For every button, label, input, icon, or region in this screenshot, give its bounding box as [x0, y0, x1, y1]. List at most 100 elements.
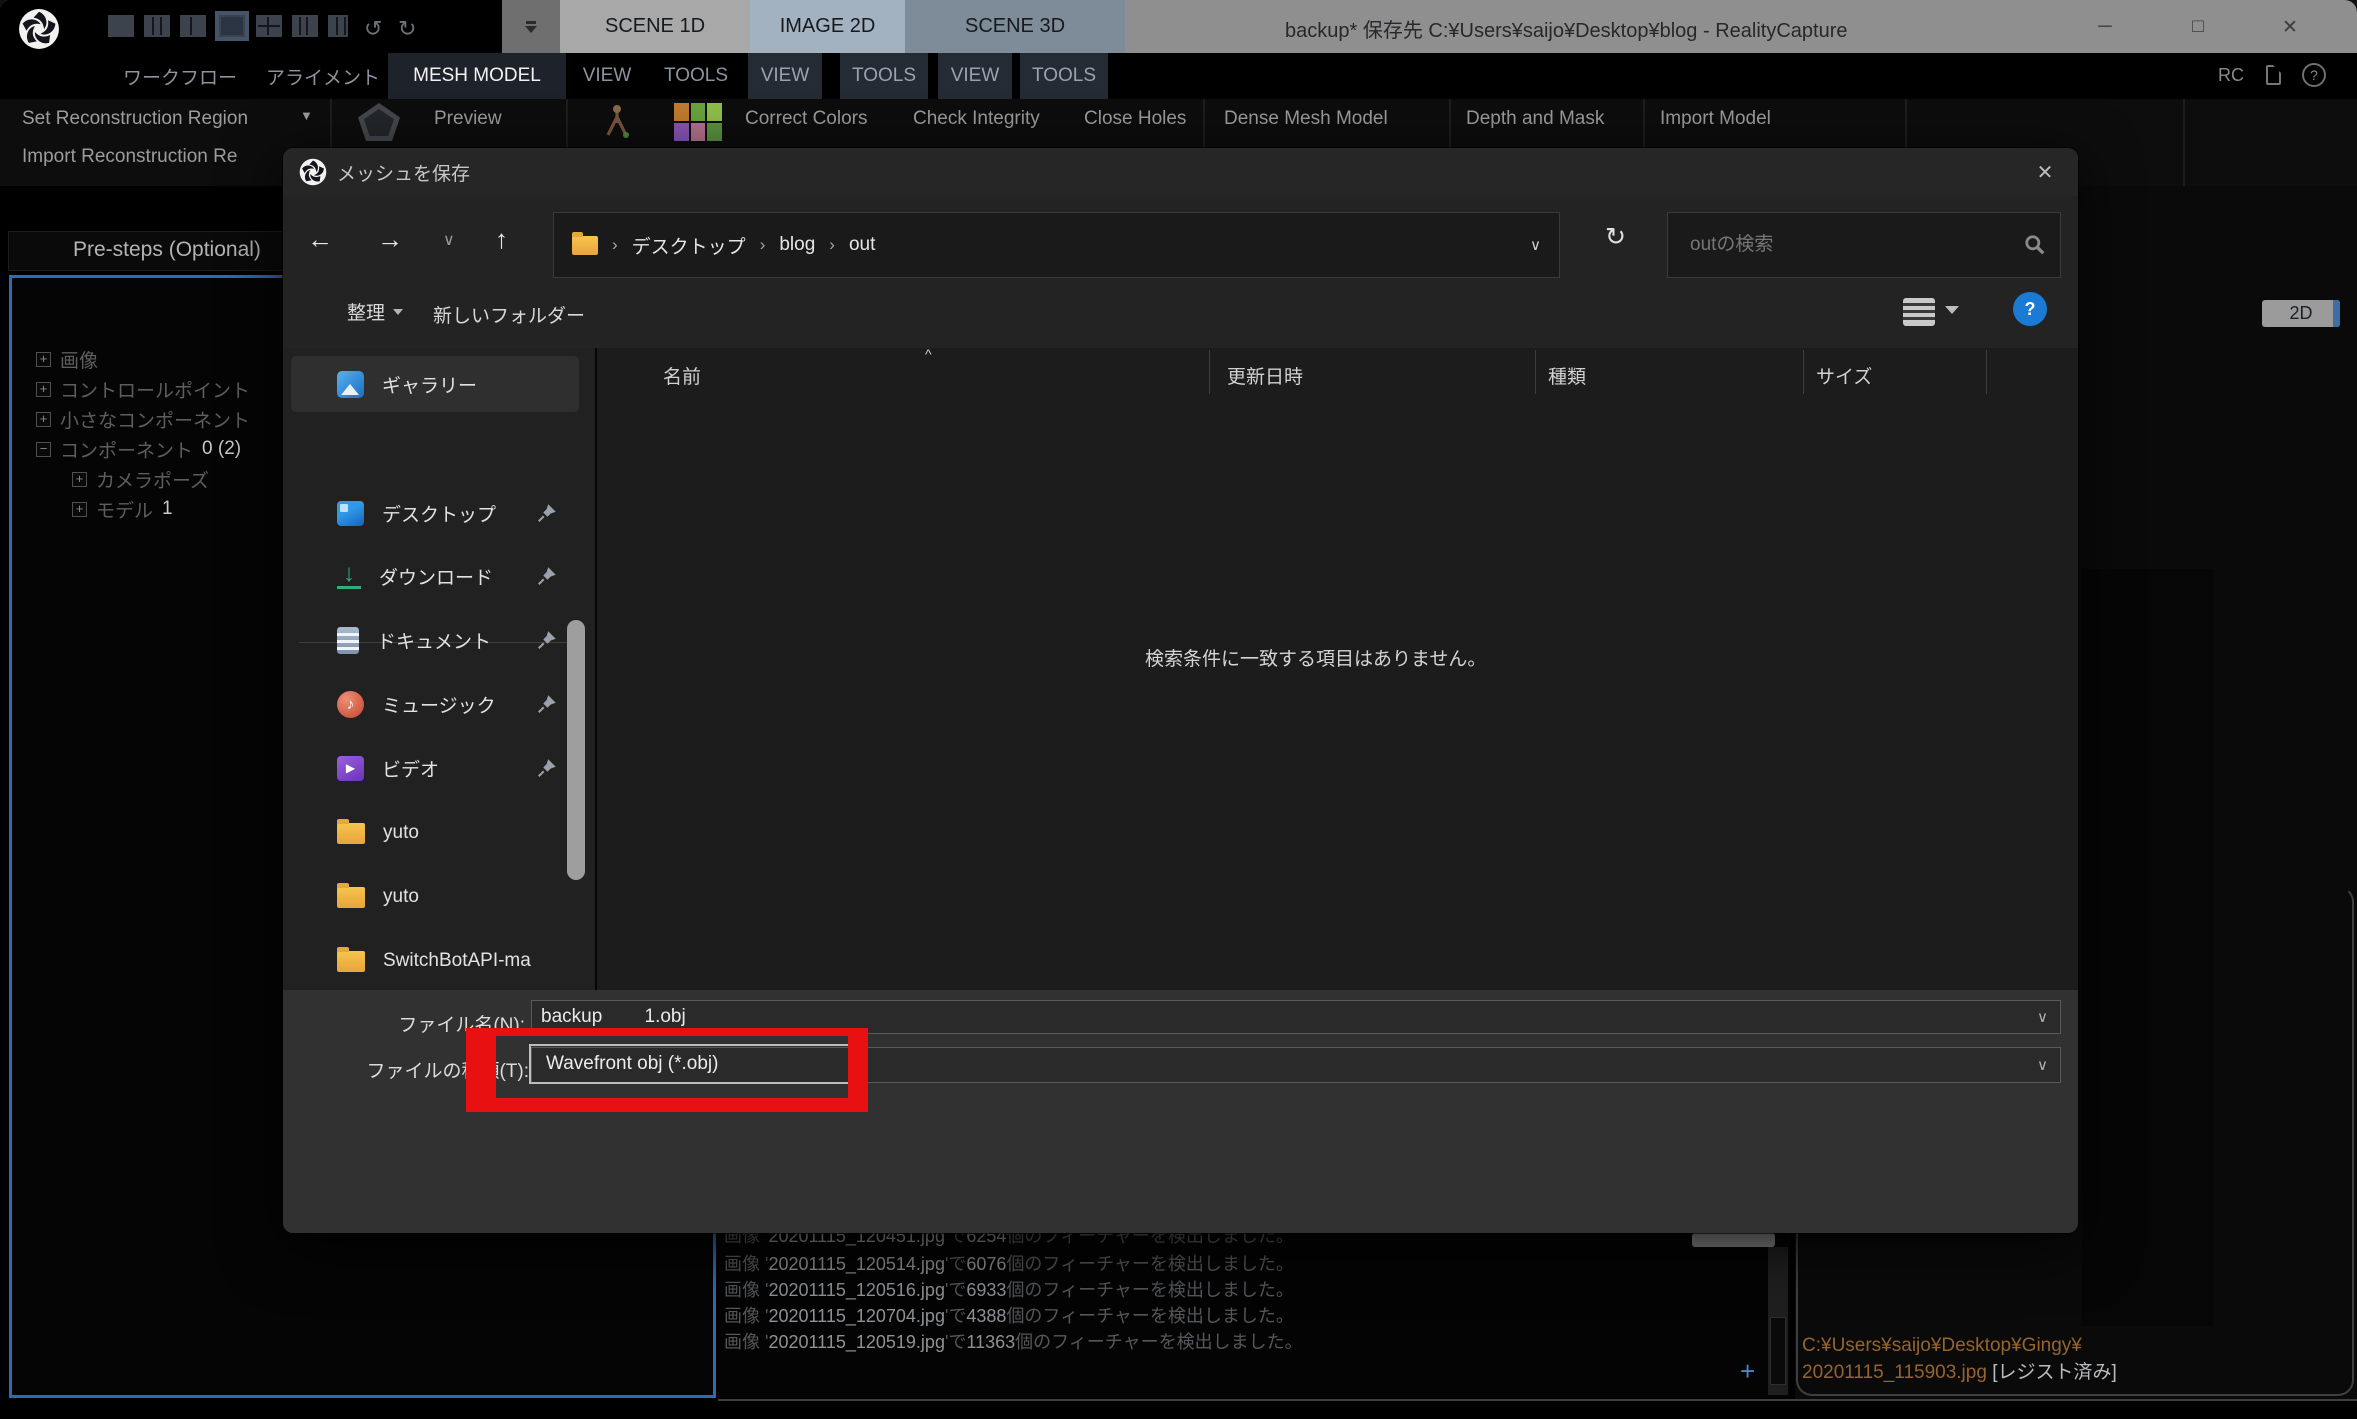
minimize-button[interactable]: ─: [2085, 10, 2125, 44]
organize-button[interactable]: 整理: [347, 298, 403, 325]
column-divider[interactable]: [1986, 350, 1987, 394]
sidebar-item-videos[interactable]: ▶ ビデオ: [291, 740, 579, 796]
check-integrity-button[interactable]: Check Integrity: [913, 108, 1040, 130]
sidebar-item-desktop[interactable]: デスクトップ: [291, 485, 579, 541]
refresh-icon[interactable]: ↻: [1605, 222, 1626, 252]
add-icon[interactable]: +: [1740, 1356, 1755, 1387]
recent-locations-chevron-icon[interactable]: ∨: [443, 230, 455, 250]
back-icon[interactable]: ←: [307, 224, 333, 255]
dense-mesh-model-button[interactable]: Dense Mesh Model: [1224, 108, 1388, 130]
maximize-button[interactable]: □: [2178, 10, 2218, 44]
pin-icon[interactable]: [537, 503, 557, 523]
console-scrollbar[interactable]: [1768, 1247, 1788, 1395]
tab-image-2d[interactable]: IMAGE 2D: [750, 0, 905, 53]
redo-icon[interactable]: ↻: [398, 16, 416, 42]
dialog-close-button[interactable]: ✕: [2023, 156, 2067, 188]
close-button[interactable]: ✕: [2270, 10, 2310, 44]
layout-icon-4-active[interactable]: [219, 15, 245, 37]
layout-icon-3[interactable]: [180, 15, 206, 37]
view-mode-2d-badge[interactable]: 2D: [2262, 300, 2340, 327]
sidebar-scrollbar-thumb[interactable]: [567, 620, 585, 880]
import-model-button[interactable]: Import Model: [1660, 108, 1771, 130]
depth-and-mask-button[interactable]: Depth and Mask: [1466, 108, 1604, 130]
expand-icon[interactable]: [36, 352, 51, 367]
menu-view-3[interactable]: VIEW: [938, 53, 1012, 99]
chevron-down-icon[interactable]: ∨: [2037, 1008, 2048, 1026]
menu-view-1[interactable]: VIEW: [572, 53, 642, 99]
breadcrumb-out[interactable]: out: [849, 234, 875, 256]
camera-tripod-icon[interactable]: [600, 103, 634, 141]
expand-icon[interactable]: [36, 382, 51, 397]
tree-item-camera-poses[interactable]: カメラポーズ: [72, 464, 218, 494]
pin-icon[interactable]: [537, 566, 557, 586]
sidebar-item-gallery[interactable]: ギャラリー: [291, 356, 579, 412]
menu-alignment[interactable]: アライメント: [258, 53, 388, 99]
column-header-type[interactable]: 種類: [1548, 362, 1586, 389]
tree-item-model-1[interactable]: モデル 1: [72, 494, 173, 524]
new-folder-button[interactable]: 新しいフォルダー: [433, 301, 585, 328]
document-page-icon[interactable]: [2266, 65, 2281, 85]
close-holes-button[interactable]: Close Holes: [1084, 108, 1186, 130]
sidebar-item-documents[interactable]: ドキュメント: [291, 612, 579, 668]
menu-tools-2[interactable]: TOOLS: [840, 53, 928, 99]
layout-icon-5[interactable]: [256, 15, 282, 37]
photo-thumbnail[interactable]: [2082, 569, 2213, 1326]
undo-icon[interactable]: ↺: [364, 16, 382, 42]
sidebar-item-switchbotapi[interactable]: SwitchBotAPI-ma: [291, 933, 579, 989]
correct-colors-icon[interactable]: [674, 103, 722, 141]
pin-icon[interactable]: [537, 694, 557, 714]
expand-icon[interactable]: [36, 412, 51, 427]
forward-icon[interactable]: →: [377, 224, 403, 255]
tab-overflow-button[interactable]: [502, 0, 560, 53]
search-box[interactable]: [1667, 212, 2061, 278]
layout-icon-6[interactable]: [292, 15, 318, 37]
set-reconstruction-region-button[interactable]: Set Reconstruction Region: [22, 108, 248, 130]
expand-icon[interactable]: [72, 472, 87, 487]
chevron-down-icon[interactable]: ∨: [2037, 1056, 2048, 1074]
collapse-icon[interactable]: [36, 442, 51, 457]
help-button[interactable]: ?: [2013, 292, 2047, 326]
scrollbar-thumb[interactable]: [1770, 1317, 1786, 1385]
sidebar-item-music[interactable]: ♪ ミュージック: [291, 676, 579, 732]
menu-view-2[interactable]: VIEW: [748, 53, 822, 99]
menu-tools-1[interactable]: TOOLS: [650, 53, 742, 99]
dialog-title-bar[interactable]: メッシュを保存 ✕: [283, 148, 2078, 196]
tab-scene-3d[interactable]: SCENE 3D: [905, 0, 1125, 53]
chevron-down-icon[interactable]: ▼: [300, 108, 313, 123]
preview-button[interactable]: Preview: [434, 108, 502, 130]
column-header-size[interactable]: サイズ: [1816, 362, 1872, 389]
sidebar-item-yuto-2[interactable]: yuto: [291, 869, 579, 925]
address-bar[interactable]: › デスクトップ › blog › out ∨: [553, 212, 1560, 278]
menu-mesh-model-active[interactable]: MESH MODEL: [388, 53, 566, 99]
up-icon[interactable]: ↑: [495, 224, 508, 255]
sidebar-item-yuto-1[interactable]: yuto: [291, 805, 579, 861]
expand-icon[interactable]: [72, 502, 87, 517]
breadcrumb-blog[interactable]: blog: [779, 234, 815, 256]
column-header-date[interactable]: 更新日時: [1227, 362, 1303, 389]
column-divider[interactable]: [1209, 350, 1210, 394]
tree-item-component-0[interactable]: コンポーネント 0 (2): [36, 434, 241, 464]
column-divider[interactable]: [1803, 350, 1804, 394]
layout-icon-7[interactable]: [328, 15, 348, 37]
breadcrumb-desktop[interactable]: デスクトップ: [632, 232, 746, 259]
tab-scene-1d[interactable]: SCENE 1D: [560, 0, 750, 53]
pin-icon[interactable]: [537, 758, 557, 778]
chevron-down-icon[interactable]: [1945, 306, 1959, 314]
correct-colors-button[interactable]: Correct Colors: [745, 108, 867, 130]
view-mode-icon[interactable]: [1903, 298, 1935, 326]
menu-workflow[interactable]: ワークフロー: [110, 53, 250, 99]
tree-item-images[interactable]: 画像: [36, 344, 107, 374]
help-icon[interactable]: ?: [2302, 63, 2326, 87]
column-divider[interactable]: [1535, 350, 1536, 394]
layout-icon-1[interactable]: [108, 15, 134, 37]
layout-icon-2[interactable]: [144, 15, 170, 37]
sidebar-item-downloads[interactable]: ↓ ダウンロード: [291, 548, 579, 604]
pin-icon[interactable]: [537, 630, 557, 650]
menu-tools-3[interactable]: TOOLS: [1020, 53, 1108, 99]
tree-item-small-components[interactable]: 小さなコンポーネント: [36, 404, 259, 434]
address-dropdown-chevron-icon[interactable]: ∨: [1530, 236, 1541, 254]
import-reconstruction-region-button[interactable]: Import Reconstruction Re: [22, 146, 237, 168]
partially-hidden-button[interactable]: [1692, 1233, 1775, 1247]
search-input[interactable]: [1668, 213, 2060, 277]
tree-item-control-points[interactable]: コントロールポイント: [36, 374, 259, 404]
